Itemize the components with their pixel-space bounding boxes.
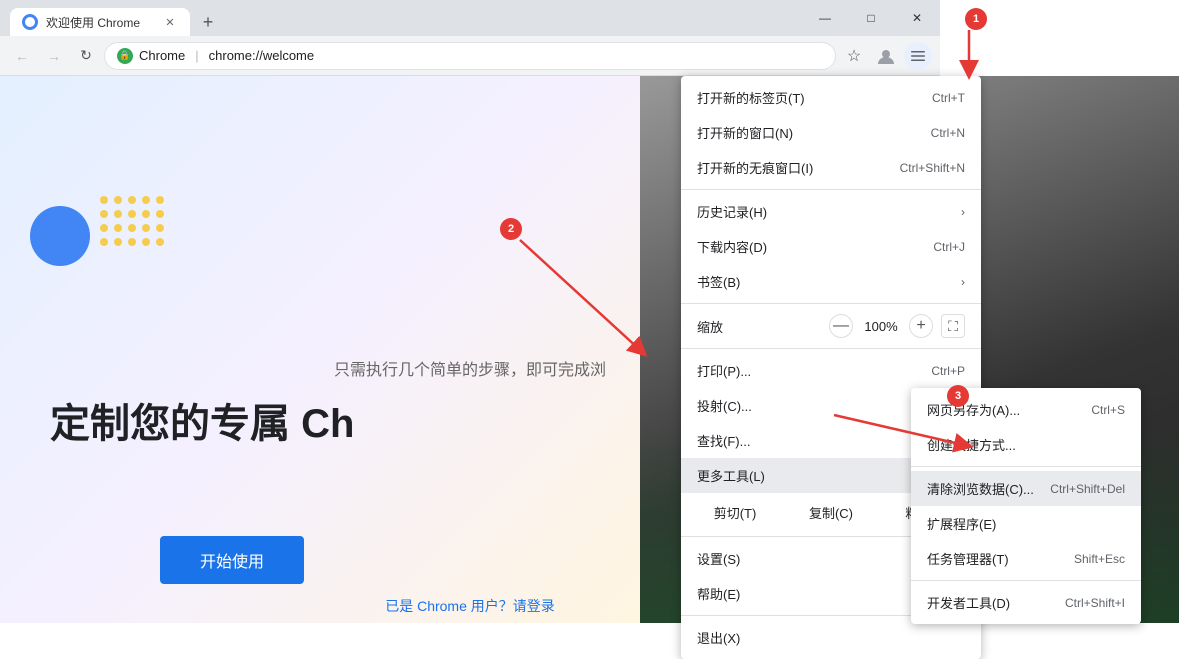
zoom-row: 缩放 — 100% + ⛶ — [681, 308, 981, 344]
annotation-3: 3 — [947, 385, 969, 407]
menu-item-bookmarks[interactable]: 书签(B) › — [681, 264, 981, 299]
secure-icon: 🔒 — [117, 48, 133, 64]
refresh-button[interactable]: ↻ — [72, 42, 100, 70]
submenu-divider-1 — [911, 466, 1141, 467]
new-tab-button[interactable]: + — [194, 8, 222, 36]
menu-divider-2 — [681, 303, 981, 304]
active-tab[interactable]: 欢迎使用 Chrome ✕ — [10, 8, 190, 36]
maximize-button[interactable]: □ — [848, 0, 894, 36]
dots-decoration — [100, 196, 164, 246]
start-button[interactable]: 开始使用 — [160, 536, 304, 584]
url-brand: Chrome — [139, 48, 185, 63]
menu-divider-1 — [681, 189, 981, 190]
tab-favicon-inner — [25, 17, 35, 27]
zoom-controls: — 100% + ⛶ — [829, 314, 965, 338]
cut-button[interactable]: 剪切(T) — [689, 497, 781, 528]
forward-button[interactable]: → — [40, 42, 68, 70]
tab-favicon — [22, 14, 38, 30]
zoom-expand-button[interactable]: ⛶ — [941, 314, 965, 338]
tab-strip: 欢迎使用 Chrome ✕ + — [0, 0, 222, 36]
submenu-more-tools: 网页另存为(A)... Ctrl+S 创建快捷方式... 清除浏览数据(C)..… — [911, 388, 1141, 624]
submenu-item-clear-data[interactable]: 清除浏览数据(C)... Ctrl+Shift+Del — [911, 471, 1141, 506]
annotation-2: 2 — [500, 218, 522, 240]
submenu-item-save-page[interactable]: 网页另存为(A)... Ctrl+S — [911, 392, 1141, 427]
window-controls: — □ ✕ — [802, 0, 940, 36]
menu-item-history[interactable]: 历史记录(H) › — [681, 194, 981, 229]
menu-divider-3 — [681, 348, 981, 349]
menu-item-exit[interactable]: 退出(X) — [681, 620, 981, 655]
menu-item-new-window[interactable]: 打开新的窗口(N) Ctrl+N — [681, 115, 981, 150]
layout-wrapper: 欢迎使用 Chrome ✕ + — □ ✕ ← → ↻ 🔒 Chrome | c… — [0, 0, 1179, 623]
minimize-button[interactable]: — — [802, 0, 848, 36]
menu-item-incognito[interactable]: 打开新的无痕窗口(I) Ctrl+Shift+N — [681, 150, 981, 185]
submenu-item-devtools[interactable]: 开发者工具(D) Ctrl+Shift+I — [911, 585, 1141, 620]
submenu-item-task-manager[interactable]: 任务管理器(T) Shift+Esc — [911, 541, 1141, 576]
close-button[interactable]: ✕ — [894, 0, 940, 36]
tab-title: 欢迎使用 Chrome — [46, 14, 154, 31]
page-title: 定制您的专属 Ch — [0, 391, 550, 449]
menu-item-downloads[interactable]: 下载内容(D) Ctrl+J — [681, 229, 981, 264]
chrome-menu-button[interactable] — [904, 42, 932, 70]
tab-close-button[interactable]: ✕ — [162, 14, 178, 30]
url-divider: | — [195, 48, 198, 63]
zoom-plus-button[interactable]: + — [909, 314, 933, 338]
title-bar: 欢迎使用 Chrome ✕ + — □ ✕ — [0, 0, 940, 36]
zoom-value: 100% — [861, 319, 901, 334]
zoom-minus-button[interactable]: — — [829, 314, 853, 338]
submenu-item-create-shortcut[interactable]: 创建快捷方式... — [911, 427, 1141, 462]
profile-button[interactable] — [872, 42, 900, 70]
url-bar[interactable]: 🔒 Chrome | chrome://welcome — [104, 42, 836, 70]
address-bar: ← → ↻ 🔒 Chrome | chrome://welcome ☆ — [0, 36, 940, 76]
submenu-item-extensions[interactable]: 扩展程序(E) — [911, 506, 1141, 541]
menu-item-print[interactable]: 打印(P)... Ctrl+P — [681, 353, 981, 388]
bookmark-button[interactable]: ☆ — [840, 42, 868, 70]
back-button[interactable]: ← — [8, 42, 36, 70]
url-path: chrome://welcome — [209, 48, 314, 63]
submenu-divider-2 — [911, 580, 1141, 581]
menu-item-new-tab[interactable]: 打开新的标签页(T) Ctrl+T — [681, 80, 981, 115]
annotation-1: 1 — [965, 8, 987, 30]
blue-circle-decoration — [30, 206, 90, 266]
copy-button[interactable]: 复制(C) — [785, 497, 877, 528]
